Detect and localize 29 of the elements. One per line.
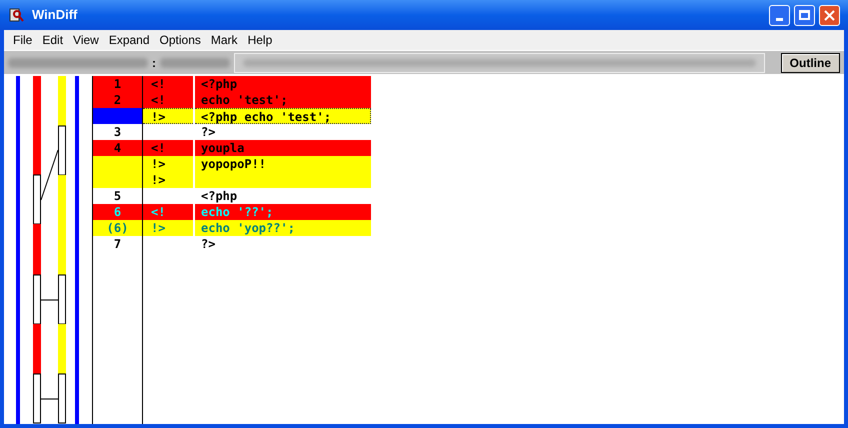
menu-item[interactable]: Mark (206, 31, 243, 49)
close-button[interactable] (819, 4, 840, 26)
diff-marker: <! (143, 140, 193, 156)
path-separator: : (152, 54, 156, 72)
close-icon (824, 10, 835, 20)
diff-marker: !> (143, 172, 193, 188)
blurred-path (160, 58, 230, 68)
maximize-button[interactable] (794, 4, 815, 26)
window-title: WinDiff (32, 6, 78, 24)
line-number: 4 (93, 140, 142, 156)
line-number: 1 (93, 76, 142, 92)
line-number: 2 (93, 92, 142, 108)
menu-item[interactable]: Expand (104, 31, 155, 49)
menu-item[interactable]: Edit (37, 31, 68, 49)
minimize-button[interactable] (769, 4, 790, 26)
app-icon (8, 7, 24, 23)
menu-item[interactable]: Help (242, 31, 278, 49)
diff-marker: <! (143, 204, 193, 220)
line-number: (6) (93, 220, 142, 236)
line-number: 6 (93, 204, 142, 220)
diff-marker: !> (143, 220, 193, 236)
menu-item[interactable]: File (8, 31, 38, 49)
menu-item[interactable]: Options (154, 31, 206, 49)
diff-marker: !> (143, 156, 193, 172)
diff-marker: <! (143, 76, 193, 92)
diff-marker: !> (143, 108, 193, 124)
menu-item[interactable]: View (68, 31, 104, 49)
outline-button[interactable]: Outline (780, 52, 840, 72)
diff-marker: <! (143, 92, 193, 108)
